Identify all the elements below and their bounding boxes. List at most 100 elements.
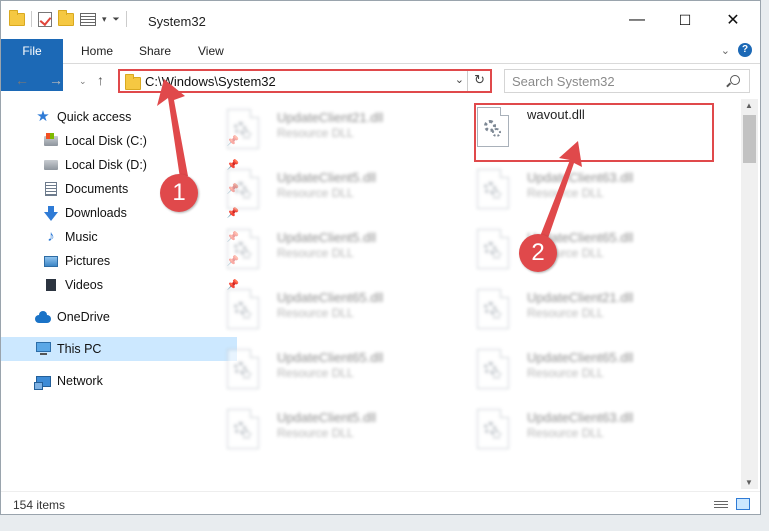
customize-toolbar-icon[interactable]: ⏷ bbox=[113, 14, 120, 25]
file-item[interactable]: UpdateClient21.dll Resource DLL bbox=[207, 101, 443, 153]
file-item[interactable]: UpdateClient5.dll Resource DLL bbox=[207, 221, 443, 273]
file-item[interactable]: UpdateClient5.dll Resource DLL bbox=[207, 161, 443, 213]
network-icon bbox=[33, 374, 51, 390]
file-type: Resource DLL bbox=[277, 126, 354, 140]
tab-view[interactable]: View bbox=[198, 39, 224, 63]
dll-file-icon bbox=[227, 169, 259, 209]
expand-ribbon-icon[interactable]: ⌄ bbox=[721, 44, 730, 57]
file-item[interactable]: UpdateClient21.dll Resource DLL bbox=[457, 281, 693, 333]
file-name: UpdateClient5.dll bbox=[277, 410, 377, 425]
minimize-button[interactable]: — bbox=[614, 1, 660, 39]
dll-file-icon bbox=[477, 229, 509, 269]
file-item[interactable]: UpdateClient5.dll Resource DLL bbox=[207, 401, 443, 453]
file-item[interactable]: UpdateClient63.dll Resource DLL bbox=[457, 161, 693, 213]
close-button[interactable]: ✕ bbox=[710, 1, 756, 39]
file-name: UpdateClient65.dll bbox=[277, 350, 384, 365]
file-item[interactable]: UpdateClient65.dll Resource DLL bbox=[457, 341, 693, 393]
dll-file-icon bbox=[227, 289, 259, 329]
file-type: Resource DLL bbox=[277, 306, 354, 320]
navigation-pane: ★ Quick access Local Disk (C:) 📌 Local D… bbox=[1, 99, 239, 489]
this-pc-icon bbox=[35, 342, 51, 356]
dll-file-icon bbox=[227, 349, 259, 389]
search-input[interactable]: Search System32 bbox=[512, 74, 615, 89]
file-type: Resource DLL bbox=[527, 426, 604, 440]
sidebar-item-label: Documents bbox=[65, 182, 129, 196]
file-type: Resource DLL bbox=[527, 186, 604, 200]
status-bar: 154 items bbox=[1, 491, 760, 514]
file-item[interactable]: UpdateClient65.dll Resource DLL bbox=[207, 341, 443, 393]
chevron-down-icon[interactable]: ⌄ bbox=[455, 73, 464, 86]
maximize-button[interactable]: ☐ bbox=[662, 1, 708, 39]
scrollbar-thumb[interactable] bbox=[743, 115, 756, 163]
documents-icon bbox=[43, 182, 59, 196]
file-type: Resource DLL bbox=[277, 186, 354, 200]
vertical-scrollbar[interactable]: ▲ ▼ bbox=[741, 99, 758, 489]
tab-home[interactable]: Home bbox=[81, 39, 113, 63]
scroll-down-icon[interactable]: ▼ bbox=[745, 478, 753, 487]
dll-file-icon bbox=[477, 169, 509, 209]
file-type: Resource DLL bbox=[277, 426, 354, 440]
sidebar-item-label: This PC bbox=[57, 342, 102, 356]
file-type: Resource DLL bbox=[527, 366, 604, 380]
sidebar-item-label: Music bbox=[65, 230, 98, 244]
sidebar-item-label: Downloads bbox=[65, 206, 127, 220]
file-type: Resource DLL bbox=[277, 246, 354, 260]
file-name: UpdateClient65.dll bbox=[277, 290, 384, 305]
help-icon[interactable]: ? bbox=[738, 43, 752, 57]
system-drive-icon bbox=[43, 133, 59, 148]
window-title: System32 bbox=[148, 14, 206, 29]
file-item[interactable]: UpdateClient63.dll Resource DLL bbox=[457, 401, 693, 453]
search-box[interactable]: Search System32 bbox=[504, 69, 750, 93]
new-folder-icon[interactable] bbox=[58, 9, 74, 26]
toolbar-divider bbox=[31, 11, 32, 27]
sidebar-item-quick-access[interactable]: ★ Quick access bbox=[1, 105, 237, 129]
sidebar-item-label: Videos bbox=[65, 278, 103, 292]
ribbon-right-controls: ⌄ ? bbox=[721, 43, 752, 57]
sidebar-item-onedrive[interactable]: OneDrive bbox=[1, 305, 237, 329]
address-divider bbox=[467, 71, 468, 91]
file-type: Resource DLL bbox=[277, 366, 354, 380]
step-badge-2: 2 bbox=[519, 234, 557, 272]
file-name: UpdateClient5.dll bbox=[277, 230, 377, 245]
view-options-icon[interactable] bbox=[80, 12, 96, 26]
scroll-up-icon[interactable]: ▲ bbox=[745, 101, 753, 110]
dll-file-icon bbox=[477, 409, 509, 449]
music-icon: ♪ bbox=[47, 228, 55, 245]
title-bar: ▾ ⏷ System32 — ☐ ✕ bbox=[1, 1, 760, 39]
large-icons-view-icon[interactable] bbox=[736, 498, 750, 510]
file-item[interactable]: UpdateClient65.dll Resource DLL bbox=[207, 281, 443, 333]
file-name: UpdateClient63.dll bbox=[527, 170, 634, 185]
up-arrow-icon[interactable]: ↑ bbox=[97, 72, 104, 88]
properties-check-icon[interactable] bbox=[38, 11, 52, 27]
search-icon[interactable] bbox=[730, 75, 740, 85]
sidebar-item-this-pc[interactable]: This PC bbox=[1, 337, 237, 361]
file-type: Resource DLL bbox=[527, 306, 604, 320]
dll-file-icon bbox=[227, 229, 259, 269]
navigation-bar: ← → ⌄ ↑ C:\Windows\System32 ⌄ ↻ Search S… bbox=[1, 64, 760, 98]
quick-access-toolbar: ▾ ⏷ bbox=[9, 9, 127, 27]
file-name: UpdateClient5.dll bbox=[277, 170, 377, 185]
ribbon-tabs: File Home Share View ⌄ ? bbox=[1, 39, 760, 91]
sidebar-item-label: Local Disk (D:) bbox=[65, 158, 147, 172]
recent-locations-icon[interactable]: ⌄ bbox=[79, 76, 87, 87]
dll-file-icon bbox=[477, 349, 509, 389]
back-arrow-icon[interactable]: ← bbox=[15, 72, 29, 88]
step-badge-1: 1 bbox=[160, 174, 198, 212]
chevron-down-icon[interactable]: ▾ bbox=[102, 14, 107, 25]
file-name: UpdateClient63.dll bbox=[527, 410, 634, 425]
forward-arrow-icon[interactable]: → bbox=[49, 72, 63, 88]
toolbar-divider bbox=[125, 11, 127, 27]
drive-icon bbox=[43, 158, 59, 172]
file-name: UpdateClient21.dll bbox=[527, 290, 634, 305]
details-view-icon[interactable] bbox=[714, 499, 728, 510]
file-name: UpdateClient65.dll bbox=[527, 350, 634, 365]
address-path[interactable]: C:\Windows\System32 bbox=[145, 74, 276, 89]
tab-share[interactable]: Share bbox=[139, 39, 171, 63]
address-bar[interactable]: C:\Windows\System32 ⌄ ↻ bbox=[118, 69, 492, 93]
file-name: UpdateClient21.dll bbox=[277, 110, 384, 125]
annotation-highlight-box bbox=[474, 103, 714, 162]
sidebar-item-network[interactable]: Network bbox=[1, 369, 237, 393]
file-item[interactable]: UpdateClient65.dll Resource DLL bbox=[457, 221, 693, 273]
refresh-icon[interactable]: ↻ bbox=[474, 72, 485, 88]
onedrive-icon bbox=[35, 310, 51, 324]
